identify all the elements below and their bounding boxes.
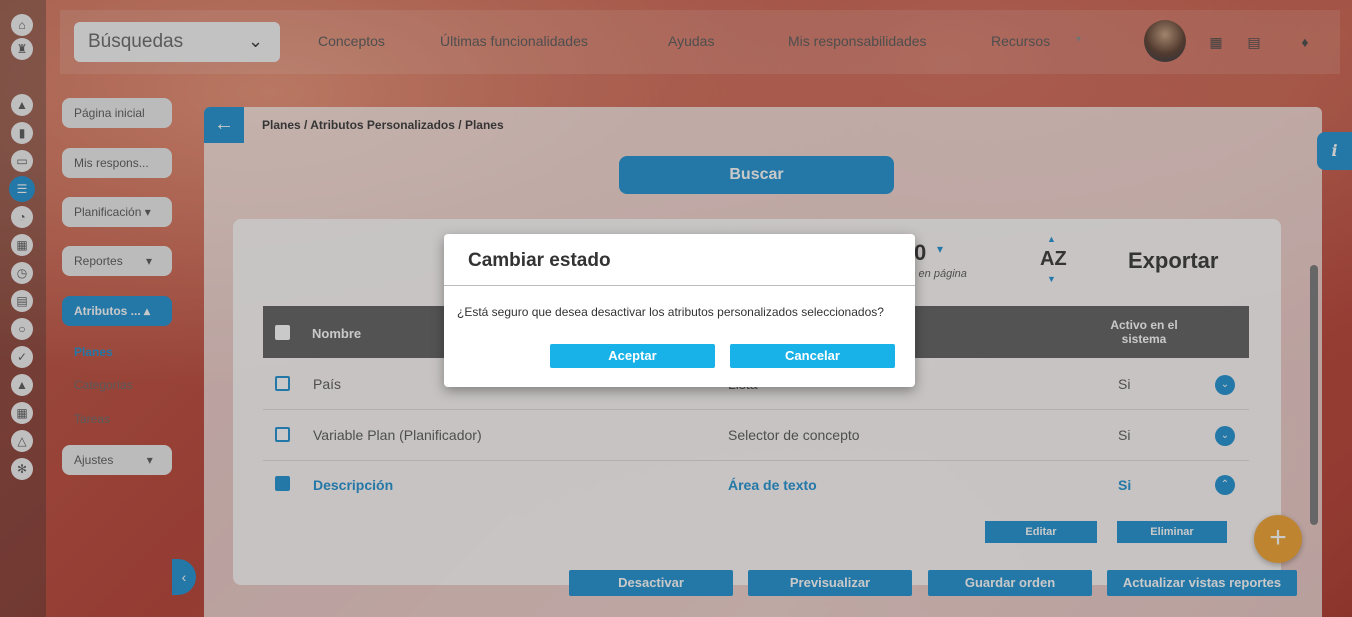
dialog-title: Cambiar estado [468, 250, 611, 271]
dialog-divider [444, 285, 915, 286]
confirm-dialog: Cambiar estado ¿Está seguro que desea de… [444, 234, 915, 387]
cancel-button[interactable]: Cancelar [730, 344, 895, 368]
dialog-message: ¿Está seguro que desea desactivar los at… [457, 305, 884, 319]
accept-button[interactable]: Aceptar [550, 344, 715, 368]
